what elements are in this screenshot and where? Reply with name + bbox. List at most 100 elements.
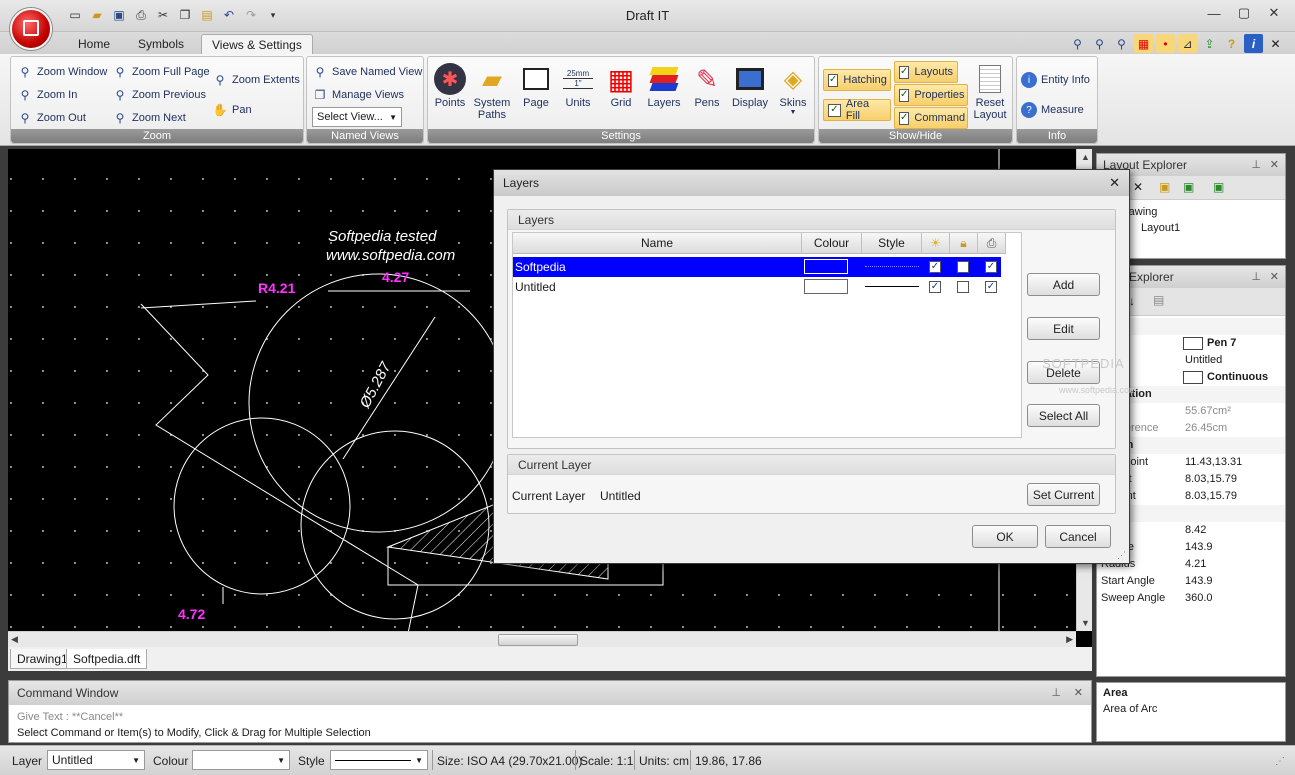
zoom-in-icon[interactable]: ⚲ — [1090, 34, 1109, 53]
dialog-close-button[interactable]: ✕ — [1109, 175, 1120, 191]
chevron-down-icon: ▼ — [415, 755, 423, 765]
pin-icon[interactable]: ⊥ — [1251, 270, 1261, 283]
manage-views-button[interactable]: ❐ Manage Views — [312, 85, 404, 105]
layers-button[interactable]: Layers — [642, 61, 686, 129]
pens-button[interactable]: ✎ Pens — [685, 61, 729, 129]
layout-move-icon[interactable]: ▣ — [1213, 180, 1224, 194]
close-icon[interactable]: ✕ — [1270, 158, 1279, 171]
column-header-style[interactable]: Style — [862, 233, 922, 254]
resize-grip-icon[interactable]: ⋰ — [1117, 550, 1126, 561]
add-layer-button[interactable]: Add — [1027, 273, 1100, 296]
horizontal-scrollbar[interactable]: ◀ ▶ — [8, 631, 1076, 647]
scroll-left-icon[interactable]: ◀ — [11, 634, 18, 645]
close-icon[interactable]: ✕ — [1270, 270, 1279, 283]
set-current-button[interactable]: Set Current — [1027, 483, 1100, 506]
checkbox-unchecked-icon[interactable] — [957, 261, 969, 273]
close-button[interactable]: ✕ — [1259, 2, 1289, 24]
column-header-colour[interactable]: Colour — [802, 233, 862, 254]
resize-grip-icon[interactable]: ⋰ — [1275, 756, 1285, 767]
select-view-dropdown[interactable]: Select View... ▼ — [312, 107, 402, 127]
pan-button[interactable]: ✋ Pan — [212, 100, 252, 120]
cancel-button[interactable]: Cancel — [1045, 525, 1111, 548]
layer-row-softpedia[interactable]: Softpedia ✓ ✓ — [513, 257, 1001, 277]
export-icon[interactable]: ⇪ — [1200, 34, 1219, 53]
layer-colour-swatch[interactable] — [804, 279, 848, 294]
ok-button[interactable]: OK — [972, 525, 1038, 548]
tab-drawing1[interactable]: Drawing1 — [10, 649, 75, 669]
zoom-window-icon[interactable]: ⚲ — [1068, 34, 1087, 53]
area-fill-toggle[interactable]: ✓ Area Fill — [823, 98, 891, 122]
measure-button[interactable]: ? Measure — [1021, 100, 1084, 120]
help-icon[interactable]: ? — [1222, 34, 1241, 53]
checkbox-unchecked-icon[interactable] — [957, 281, 969, 293]
layer-style-sample[interactable] — [865, 266, 919, 267]
layer-colour-swatch[interactable] — [804, 259, 848, 274]
tab-views-settings[interactable]: Views & Settings — [201, 34, 313, 54]
reset-layout-button[interactable]: Reset Layout — [969, 61, 1011, 129]
zoom-window-button[interactable]: ⚲ Zoom Window — [17, 62, 108, 82]
skins-button[interactable]: ◈ Skins ▼ — [771, 61, 815, 129]
tree-item-layout1[interactable]: Layout1 — [1141, 222, 1180, 234]
checkbox-checked-icon[interactable]: ✓ — [985, 281, 997, 293]
ribbon-close-icon[interactable]: ✕ — [1266, 34, 1285, 53]
entity-info-button[interactable]: i Entity Info — [1021, 70, 1090, 90]
close-icon[interactable]: ✕ — [1074, 686, 1083, 699]
property-pages-icon[interactable]: ▤ — [1153, 293, 1164, 307]
units-button[interactable]: 25mm 1" Units — [556, 61, 600, 129]
hatching-toggle[interactable]: ✓ Hatching — [823, 69, 891, 91]
layouts-toggle[interactable]: ✓ Layouts — [894, 61, 958, 83]
tab-softpedia-dft[interactable]: Softpedia.dft — [66, 649, 148, 669]
zoom-full-page-button[interactable]: ⚲ Zoom Full Page — [112, 62, 210, 82]
property-row[interactable]: Sweep Angle 360.0 — [1097, 590, 1285, 607]
grid-icon[interactable]: ▦ — [1134, 34, 1153, 53]
checkbox-checked-icon[interactable]: ✓ — [929, 281, 941, 293]
tab-home[interactable]: Home — [68, 34, 120, 54]
column-header-name[interactable]: Name — [513, 233, 802, 254]
maximize-button[interactable]: ▢ — [1229, 2, 1259, 24]
status-separator — [432, 750, 433, 770]
pin-icon[interactable]: ⊥ — [1051, 686, 1061, 699]
ortho-icon[interactable]: ⊿ — [1178, 34, 1197, 53]
zoom-out-button[interactable]: ⚲ Zoom Out — [17, 108, 86, 128]
checkbox-checked-icon[interactable]: ✓ — [929, 261, 941, 273]
print-icon[interactable]: ⎙ — [978, 233, 1006, 254]
scroll-down-icon[interactable]: ▼ — [1081, 618, 1090, 628]
display-button[interactable]: Display — [728, 61, 772, 129]
zoom-previous-button[interactable]: ⚲ Zoom Previous — [112, 85, 206, 105]
style-dropdown[interactable]: ▼ — [330, 750, 428, 770]
properties-toggle[interactable]: ✓ Properties — [894, 84, 968, 106]
edit-layer-button[interactable]: Edit — [1027, 317, 1100, 340]
checkbox-checked-icon[interactable]: ✓ — [985, 261, 997, 273]
application-menu-button[interactable] — [10, 8, 52, 50]
select-all-button[interactable]: Select All — [1027, 404, 1100, 427]
radius-dimension: R4.21 — [258, 280, 296, 296]
colour-dropdown[interactable]: ▼ — [192, 750, 290, 770]
zoom-out-icon[interactable]: ⚲ — [1112, 34, 1131, 53]
layer-dropdown[interactable]: Untitled ▼ — [47, 750, 145, 770]
close-layout-icon[interactable]: ✕ — [1133, 180, 1143, 194]
layout-add-icon[interactable]: ▣ — [1159, 180, 1170, 194]
layout-copy-icon[interactable]: ▣ — [1183, 180, 1194, 194]
info-icon[interactable]: i — [1244, 34, 1263, 53]
zoom-in-button[interactable]: ⚲ Zoom In — [17, 85, 78, 105]
zoom-extents-button[interactable]: ⚲ Zoom Extents — [212, 70, 300, 90]
scroll-thumb[interactable] — [498, 634, 578, 646]
layer-style-sample[interactable] — [865, 286, 919, 287]
system-paths-button[interactable]: ▰ System Paths — [470, 61, 514, 129]
layer-row-untitled[interactable]: Untitled ✓ ✓ — [513, 277, 1001, 297]
pin-icon[interactable]: ⊥ — [1251, 158, 1261, 171]
scroll-right-icon[interactable]: ▶ — [1066, 634, 1073, 645]
points-button[interactable]: ✱ Points — [428, 61, 472, 129]
lock-icon[interactable]: 🔒︎ — [950, 233, 978, 254]
scroll-up-icon[interactable]: ▲ — [1081, 152, 1090, 162]
visible-bulb-icon[interactable]: ☀ — [922, 233, 950, 254]
grid-button[interactable]: ▦ Grid — [599, 61, 643, 129]
zoom-next-button[interactable]: ⚲ Zoom Next — [112, 108, 186, 128]
minimize-button[interactable]: — — [1199, 2, 1229, 24]
save-named-view-button[interactable]: ⚲ Save Named View — [312, 62, 423, 82]
tab-symbols[interactable]: Symbols — [128, 34, 194, 54]
property-row[interactable]: Start Angle 143.9 — [1097, 573, 1285, 590]
snap-icon[interactable]: • — [1156, 34, 1175, 53]
command-toggle[interactable]: ✓ Command — [894, 107, 968, 129]
page-button[interactable]: Page — [514, 61, 558, 129]
